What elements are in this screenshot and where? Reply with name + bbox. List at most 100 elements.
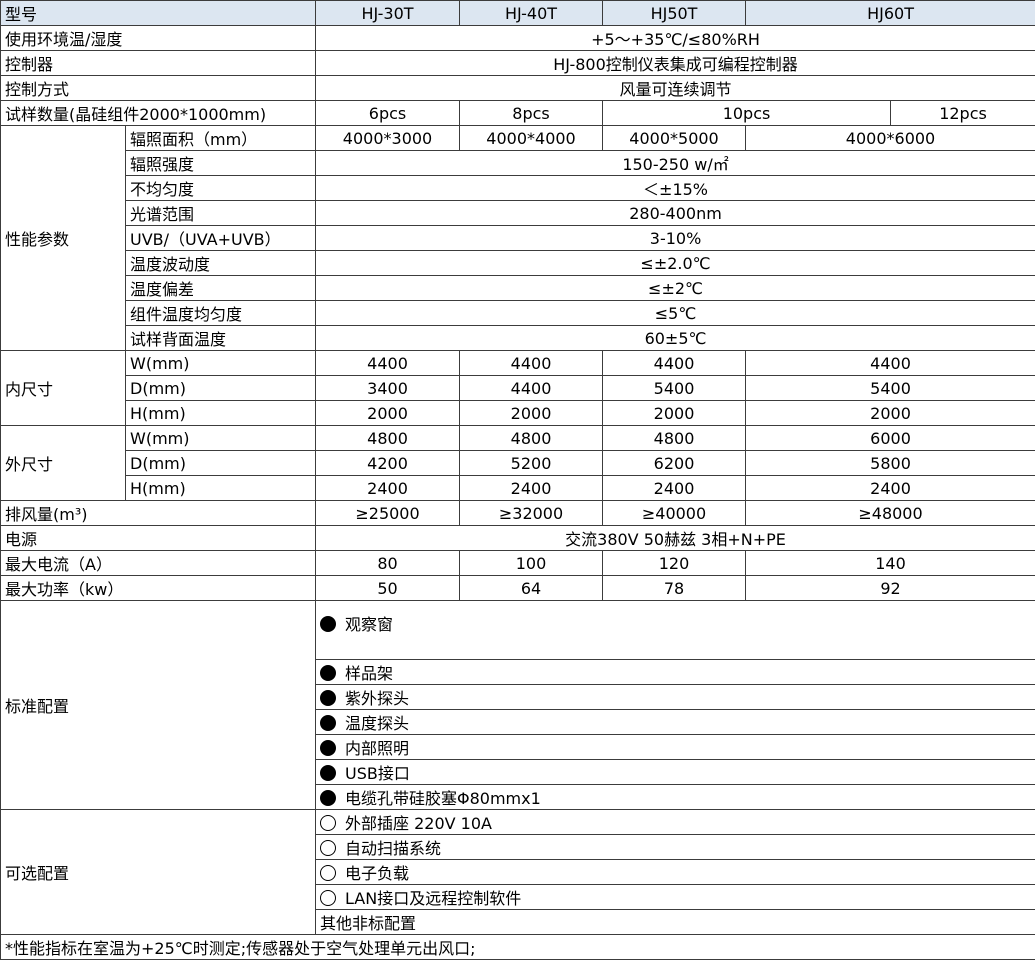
hollow-circle-icon (320, 865, 336, 881)
standard-group-label: 标准配置 (1, 601, 316, 810)
header-model-3: HJ50T (603, 1, 746, 26)
table-row: 光谱范围 280-400nm (1, 201, 1035, 226)
table-row: 辐照强度 150-250 w/㎡ (1, 151, 1035, 176)
env-label: 使用环境温/湿度 (1, 26, 316, 51)
spectrum-value: 280-400nm (316, 201, 1035, 226)
current-value-3: 120 (603, 551, 746, 576)
performance-group-label: 性能参数 (1, 126, 126, 351)
table-row: 试样数量(晶硅组件2000*1000mm) 6pcs 8pcs 10pcs 12… (1, 101, 1035, 126)
inner-w-1: 4400 (316, 351, 460, 376)
header-model-4: HJ60T (746, 1, 1035, 26)
table-row: 可选配置 外部插座 220V 10A (1, 810, 1035, 835)
optional-item: 电子负载 (316, 860, 1035, 885)
hollow-circle-icon (320, 840, 336, 856)
samples-value-4: 12pcs (891, 101, 1035, 126)
inner-h-4: 2000 (746, 401, 1035, 426)
table-row: 排风量(m³) ≥25000 ≥32000 ≥40000 ≥48000 (1, 501, 1035, 526)
area-value-4: 4000*6000 (746, 126, 1035, 151)
intensity-label: 辐照强度 (126, 151, 316, 176)
temp-dev-value: ≤±2℃ (316, 276, 1035, 301)
filled-circle-icon (320, 790, 336, 806)
table-row: 使用环境温/湿度 +5～+35℃/≤80%RH (1, 26, 1035, 51)
inner-h-label: H(mm) (126, 401, 316, 426)
exhaust-label: 排风量(m³) (1, 501, 316, 526)
standard-item-text: 紫外探头 (345, 689, 409, 708)
area-value-2: 4000*4000 (460, 126, 603, 151)
inner-w-4: 4400 (746, 351, 1035, 376)
standard-item: 内部照明 (316, 735, 1035, 760)
control-mode-label: 控制方式 (1, 76, 316, 101)
optional-item-text: 自动扫描系统 (345, 839, 441, 858)
standard-item: USB接口 (316, 760, 1035, 785)
area-label: 辐照面积（mm） (126, 126, 316, 151)
inner-d-label: D(mm) (126, 376, 316, 401)
optional-item: 外部插座 220V 10A (316, 810, 1035, 835)
standard-item: 观察窗 (316, 601, 1035, 660)
inner-h-3: 2000 (603, 401, 746, 426)
outer-w-3: 4800 (603, 426, 746, 451)
temp-dev-label: 温度偏差 (126, 276, 316, 301)
back-temp-label: 试样背面温度 (126, 326, 316, 351)
power-value: 交流380V 50赫兹 3相+N+PE (316, 526, 1035, 551)
current-value-4: 140 (746, 551, 1035, 576)
table-row: 性能参数 辐照面积（mm） 4000*3000 4000*4000 4000*5… (1, 126, 1035, 151)
table-row: 温度波动度 ≤±2.0℃ (1, 251, 1035, 276)
outer-w-label: W(mm) (126, 426, 316, 451)
outer-w-2: 4800 (460, 426, 603, 451)
temp-uniform-value: ≤5℃ (316, 301, 1035, 326)
table-row: H(mm) 2000 2000 2000 2000 (1, 401, 1035, 426)
standard-item-text: USB接口 (345, 764, 410, 783)
nonuniformity-label: 不均匀度 (126, 176, 316, 201)
standard-item: 样品架 (316, 660, 1035, 685)
outer-h-1: 2400 (316, 476, 460, 501)
uvb-value: 3-10% (316, 226, 1035, 251)
temp-fluct-label: 温度波动度 (126, 251, 316, 276)
hollow-circle-icon (320, 815, 336, 831)
table-row: 控制器 HJ-800控制仪表集成可编程控制器 (1, 51, 1035, 76)
outer-w-1: 4800 (316, 426, 460, 451)
temp-fluct-value: ≤±2.0℃ (316, 251, 1035, 276)
outer-group-label: 外尺寸 (1, 426, 126, 501)
samples-value-1: 6pcs (316, 101, 460, 126)
table-row: 控制方式 风量可连续调节 (1, 76, 1035, 101)
wattage-value-2: 64 (460, 576, 603, 601)
outer-h-3: 2400 (603, 476, 746, 501)
nonuniformity-value: ＜±15% (316, 176, 1035, 201)
outer-d-label: D(mm) (126, 451, 316, 476)
outer-h-label: H(mm) (126, 476, 316, 501)
header-model-label: 型号 (1, 1, 316, 26)
table-row: H(mm) 2400 2400 2400 2400 (1, 476, 1035, 501)
uvb-label: UVB/（UVA+UVB） (126, 226, 316, 251)
standard-item: 紫外探头 (316, 685, 1035, 710)
wattage-value-4: 92 (746, 576, 1035, 601)
samples-label: 试样数量(晶硅组件2000*1000mm) (1, 101, 316, 126)
outer-d-4: 5800 (746, 451, 1035, 476)
table-row: 电源 交流380V 50赫兹 3相+N+PE (1, 526, 1035, 551)
area-value-3: 4000*5000 (603, 126, 746, 151)
samples-value-2: 8pcs (460, 101, 603, 126)
exhaust-value-2: ≥32000 (460, 501, 603, 526)
inner-w-3: 4400 (603, 351, 746, 376)
inner-group-label: 内尺寸 (1, 351, 126, 426)
inner-d-4: 5400 (746, 376, 1035, 401)
table-row: D(mm) 4200 5200 6200 5800 (1, 451, 1035, 476)
standard-item-text: 观察窗 (345, 615, 393, 634)
header-row: 型号 HJ-30T HJ-40T HJ50T HJ60T (1, 1, 1035, 26)
inner-d-1: 3400 (316, 376, 460, 401)
inner-h-1: 2000 (316, 401, 460, 426)
header-model-1: HJ-30T (316, 1, 460, 26)
filled-circle-icon (320, 690, 336, 706)
exhaust-value-4: ≥48000 (746, 501, 1035, 526)
standard-item-text: 样品架 (345, 664, 393, 683)
table-row: 最大电流（A） 80 100 120 140 (1, 551, 1035, 576)
outer-d-1: 4200 (316, 451, 460, 476)
standard-item: 电缆孔带硅胶塞Φ80mmx1 (316, 785, 1035, 810)
inner-w-label: W(mm) (126, 351, 316, 376)
inner-h-2: 2000 (460, 401, 603, 426)
outer-d-2: 5200 (460, 451, 603, 476)
power-label: 电源 (1, 526, 316, 551)
table-row: 最大功率（kw） 50 64 78 92 (1, 576, 1035, 601)
outer-w-4: 6000 (746, 426, 1035, 451)
intensity-value: 150-250 w/㎡ (316, 151, 1035, 176)
table-row: D(mm) 3400 4400 5400 5400 (1, 376, 1035, 401)
